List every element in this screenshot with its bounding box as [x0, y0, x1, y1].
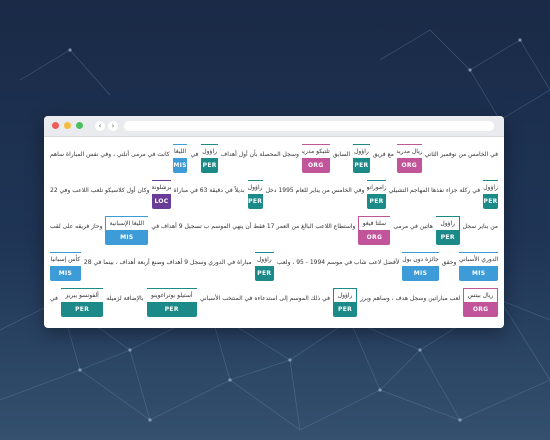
entity-word: راؤول: [254, 252, 274, 266]
plain-text: في ركلة جزاء نفذها المهاجم التشيلي: [388, 187, 481, 194]
entity-word: ألفونسو بيريز: [60, 288, 104, 302]
close-window-button[interactable]: [52, 122, 59, 129]
entity-tag[interactable]: ريال بيتس ORG: [463, 284, 498, 317]
entity-type-label: MIS: [402, 266, 439, 281]
entity-tag[interactable]: أتلتيكو مدريدORG: [301, 140, 330, 173]
entity-word: ريال بيتس: [463, 288, 498, 302]
text-line: راؤول PER في ركلة جزاء نفذها المهاجم التشي…: [50, 176, 498, 212]
entity-word: الدوري الأسباني: [459, 252, 498, 266]
plain-text: السابق: [332, 151, 351, 158]
entity-word: راؤول: [435, 216, 460, 230]
plain-text: واستطاع اللاعب البالغ من العمر 17 فقط أن…: [151, 223, 356, 230]
plain-text: هاتين في مرمى: [393, 223, 433, 230]
plain-text: في: [190, 151, 199, 158]
plain-text: وحاز فريقه على لقب: [50, 223, 103, 230]
entity-tag[interactable]: الليغا الإسبانية MIS: [105, 212, 149, 245]
entity-tag[interactable]: ريال مدريد ORG: [396, 140, 422, 173]
entity-type-label: PER: [146, 302, 197, 317]
entity-type-label: PER: [435, 230, 460, 245]
entity-type-label: MIS: [172, 158, 188, 173]
entity-type-label: ORG: [396, 158, 422, 173]
entity-type-label: PER: [60, 302, 104, 317]
entity-tag[interactable]: سلتا فيغو ORG: [358, 212, 391, 245]
entity-tag[interactable]: أستيلو بوتراغوينو PER: [146, 284, 197, 317]
entity-word: برشلونة: [152, 180, 171, 194]
plain-text: بديلاً في دقيقة 63 في مباراة: [173, 187, 245, 194]
entity-word: الليغا: [172, 144, 188, 158]
entity-type-label: MIS: [50, 266, 81, 281]
browser-toolbar: ‹ ›: [44, 116, 504, 137]
ner-annotated-text: في الخامس من نوفمبر الثاني ريال مدريد ORG م…: [44, 136, 504, 328]
entity-word: زامورانو: [367, 180, 386, 194]
text-line: الدوري الأسباني MIS وحقق جائزة دون بول MIS لأ…: [50, 248, 498, 284]
plain-text: في: [50, 295, 58, 302]
entity-tag[interactable]: ألفونسو بيريز PER: [60, 284, 104, 317]
plain-text: مع فريق: [372, 151, 394, 158]
minimize-window-button[interactable]: [64, 122, 71, 129]
entity-word: الليغا الإسبانية: [105, 216, 149, 230]
plain-text: وسجل المحصلة بأن أول أهداف: [220, 151, 299, 158]
entity-type-label: ORG: [358, 230, 391, 245]
entity-word: ريال مدريد: [396, 144, 422, 158]
entity-word: كأس إسبانيا: [50, 252, 81, 266]
plain-text: بالإضافة لزميله: [106, 295, 144, 302]
entity-word: أتلتيكو مدريد: [301, 144, 330, 158]
plain-text: وكان أول كلاسيكو تلعب اللاعب وفي 22: [50, 187, 150, 194]
entity-tag[interactable]: الليغا MIS: [172, 140, 188, 173]
plain-text: كانت في مرمى أتلتي ، وفي نفس المباراة سا…: [50, 151, 170, 158]
entity-type-label: PER: [201, 158, 218, 173]
entity-tag[interactable]: راؤول PER: [332, 284, 358, 317]
entity-type-label: PER: [247, 194, 263, 209]
forward-arrow-icon[interactable]: ›: [108, 121, 118, 131]
entity-tag[interactable]: كأس إسبانيا MIS: [50, 248, 81, 281]
entity-type-label: PER: [353, 158, 370, 173]
entity-tag[interactable]: الدوري الأسباني MIS: [459, 248, 498, 281]
entity-type-label: MIS: [459, 266, 498, 281]
plain-text: لأفضل لاعب شاب في موسم 1994 - 95 ، ولعب: [276, 259, 400, 266]
back-arrow-icon[interactable]: ‹: [95, 121, 105, 131]
entity-word: راؤول: [332, 288, 358, 302]
entity-word: سلتا فيغو: [358, 216, 391, 230]
plain-text: من يناير سجل: [462, 223, 498, 230]
plain-text: وفي الخامس من يناير للعام 1995 دخل: [265, 187, 365, 194]
entity-word: راؤول: [201, 144, 218, 158]
entity-tag[interactable]: جائزة دون بول MIS: [402, 248, 439, 281]
entity-tag[interactable]: راؤول PER: [254, 248, 274, 281]
entity-type-label: PER: [254, 266, 274, 281]
maximize-window-button[interactable]: [76, 122, 83, 129]
plain-text: في الخامس من نوفمبر الثاني: [424, 151, 498, 158]
entity-tag[interactable]: راؤول PER: [353, 140, 370, 173]
plain-text: في ذلك الموسم إلى استدعاءه في المنتخب ال…: [199, 295, 330, 302]
entity-word: راؤول: [353, 144, 370, 158]
browser-window: ‹ › في الخامس من نوفمبر الثاني ريال مدريد…: [44, 116, 504, 328]
entity-type-label: PER: [483, 194, 498, 209]
entity-word: جائزة دون بول: [402, 252, 439, 266]
entity-type-label: MIS: [105, 230, 149, 245]
text-line: ريال بيتس ORG لعب مباراتين وسجل هدف ، وساه…: [50, 284, 498, 320]
text-line: في الخامس من نوفمبر الثاني ريال مدريد ORG م…: [50, 140, 498, 176]
text-line: من يناير سجل راؤول PER هاتين في مرمى سلتا في…: [50, 212, 498, 248]
entity-tag[interactable]: راؤول PER: [483, 176, 498, 209]
entity-tag[interactable]: راؤول PER: [247, 176, 263, 209]
entity-type-label: ORG: [301, 158, 330, 173]
entity-word: أستيلو بوتراغوينو: [146, 288, 197, 302]
entity-type-label: LOC: [152, 194, 171, 209]
entity-word: راؤول: [247, 180, 263, 194]
entity-tag[interactable]: زامورانو PER: [367, 176, 386, 209]
plain-text: 28 مباراة في الدوري وسجل 9 أهداف وصنع أر…: [83, 259, 252, 266]
plain-text: وحقق: [441, 259, 457, 266]
entity-type-label: PER: [332, 302, 358, 317]
entity-type-label: PER: [367, 194, 386, 209]
address-bar[interactable]: [124, 121, 494, 131]
plain-text: لعب مباراتين وسجل هدف ، وساهم وبرز: [360, 295, 461, 302]
entity-type-label: ORG: [463, 302, 498, 317]
entity-word: راؤول: [483, 180, 498, 194]
entity-tag[interactable]: برشلونة LOC: [152, 176, 171, 209]
entity-tag[interactable]: راؤول PER: [435, 212, 460, 245]
entity-tag[interactable]: راؤول PER: [201, 140, 218, 173]
